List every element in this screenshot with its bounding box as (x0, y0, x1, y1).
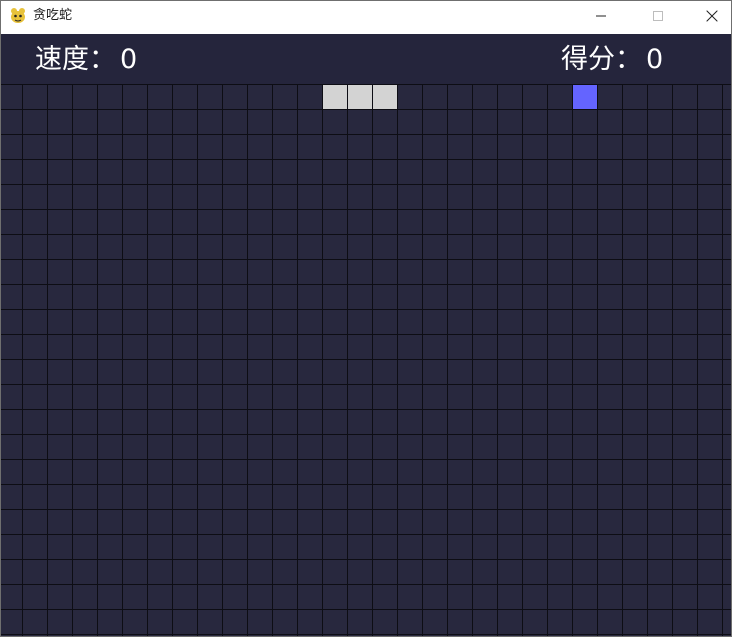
speed-value: 0 (120, 44, 138, 75)
snake-segment (323, 85, 347, 109)
maximize-icon (653, 11, 663, 21)
score-value: 0 (646, 44, 664, 75)
window-title: 贪吃蛇 (33, 8, 73, 23)
title-bar[interactable]: 贪吃蛇 (1, 1, 731, 33)
speed-label: 速度： (35, 44, 116, 75)
close-button[interactable] (692, 1, 731, 31)
speed-display: 速度： 0 (35, 42, 137, 78)
close-icon (706, 10, 717, 22)
game-canvas[interactable]: 速度： 0 得分： 0 (1, 34, 731, 636)
minimize-icon (596, 15, 606, 17)
game-window: 贪吃蛇 速度： 0 得分： 0 (0, 0, 732, 637)
snake-head (373, 85, 397, 109)
score-label: 得分： (561, 44, 642, 75)
maximize-button[interactable] (635, 1, 681, 31)
hud: 速度： 0 得分： 0 (1, 34, 731, 84)
minimize-button[interactable] (578, 1, 624, 31)
game-board (1, 84, 731, 636)
snake-segment (348, 85, 372, 109)
food-block (573, 85, 597, 109)
snake-app-icon (9, 7, 27, 25)
score-display: 得分： 0 (561, 42, 663, 78)
